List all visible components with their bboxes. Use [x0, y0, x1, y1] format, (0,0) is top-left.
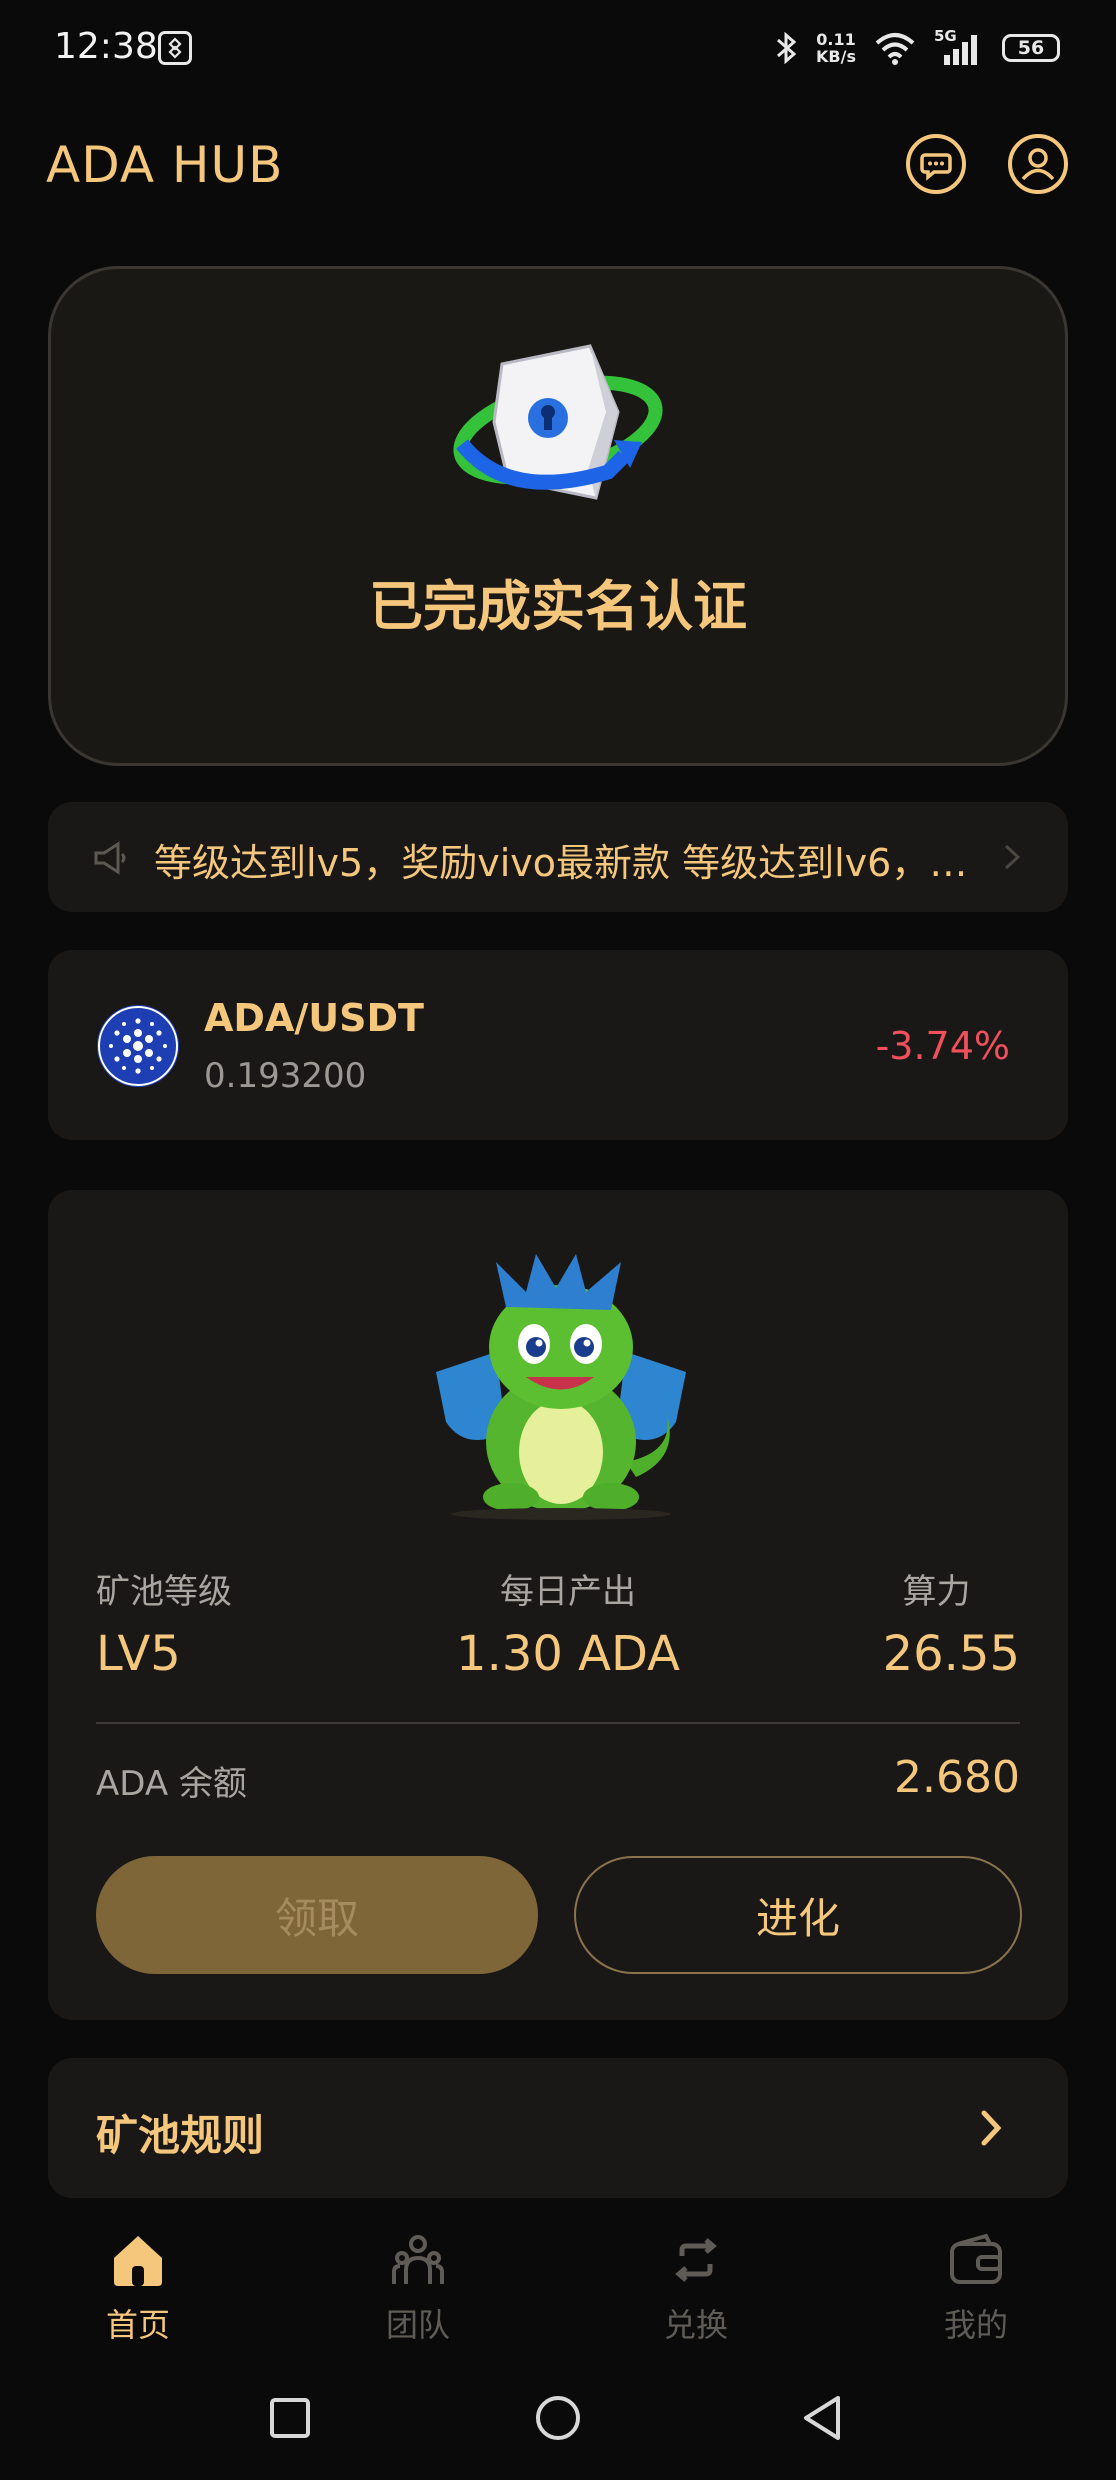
tab-home-label: 首页 [105, 2306, 170, 2344]
dragon-mascot-image [436, 1254, 686, 1520]
ada-balance-value: 2.680 [894, 1752, 1020, 1803]
claim-button[interactable]: 领取 [96, 1856, 538, 1974]
team-icon [392, 2235, 444, 2284]
pool-level-value: LV5 [96, 1626, 181, 1682]
ada-balance-label: ADA 余额 [96, 1764, 247, 1804]
net-speed-value: 0.11 [816, 30, 856, 49]
status-icons: 0.11 KB/s 5G 56 [774, 27, 1060, 68]
tab-exchange[interactable]: 兑换 [616, 2232, 776, 2346]
wallet-icon [950, 2233, 1002, 2284]
profile-button[interactable] [1008, 134, 1068, 194]
cellular-signal: 5G [934, 27, 984, 65]
exchange-icon [675, 2238, 717, 2282]
verified-shield-icon [453, 344, 663, 500]
ticker-pair: ADA/USDT [204, 996, 424, 1040]
daily-output-value: 1.30 ADA [456, 1626, 680, 1682]
megaphone-icon [94, 841, 126, 875]
recents-icon[interactable] [268, 2396, 312, 2440]
message-button[interactable] [906, 134, 966, 194]
chevron-right-icon [1004, 844, 1021, 870]
tab-team-label: 团队 [385, 2306, 450, 2344]
tab-home[interactable]: 首页 [58, 2232, 218, 2346]
evolve-button[interactable]: 进化 [574, 1856, 1022, 1974]
back-icon[interactable] [800, 2394, 844, 2442]
claim-button-label: 领取 [274, 1893, 359, 1943]
tab-mine-label: 我的 [943, 2306, 1008, 2344]
pool-level-label: 矿池等级 [96, 1572, 232, 1612]
daily-output-label: 每日产出 [500, 1572, 636, 1612]
net-speed: 0.11 KB/s [816, 31, 856, 65]
app-title: ADA HUB [46, 136, 284, 194]
status-time: 12:38 [54, 26, 158, 67]
cardano-logo-icon [97, 1005, 179, 1087]
chevron-right-icon [981, 2110, 1002, 2146]
tab-team[interactable]: 团队 [338, 2232, 498, 2346]
ticker-change: -3.74% [875, 1024, 1010, 1068]
system-nav-bar [0, 2370, 1116, 2480]
binance-app-icon [158, 31, 192, 65]
home-icon [114, 2236, 162, 2286]
verification-status-text: 已完成实名认证 [369, 575, 747, 638]
status-bar: 12:38 0.11 KB/s 5G 56 [0, 0, 1116, 96]
ticker-price: 0.193200 [204, 1056, 367, 1096]
battery-level: 56 [1017, 37, 1045, 59]
message-icon [920, 153, 952, 181]
divider [96, 1722, 1020, 1724]
announcement-text: 等级达到lv5，奖励vivo最新款 等级达到lv6，奖... [154, 841, 974, 885]
user-icon [1021, 148, 1055, 181]
bluetooth-icon [777, 31, 797, 65]
hashrate-label: 算力 [902, 1572, 971, 1612]
evolve-button-label: 进化 [755, 1893, 840, 1943]
signal-icon [944, 35, 977, 65]
net-speed-unit: KB/s [816, 47, 856, 66]
wifi-icon [875, 33, 915, 65]
pool-rules-label: 矿池规则 [96, 2111, 265, 2160]
battery-indicator: 56 [1002, 34, 1060, 62]
hashrate-value: 26.55 [882, 1626, 1020, 1682]
tab-exchange-label: 兑换 [663, 2306, 728, 2344]
home-circle-icon[interactable] [533, 2393, 583, 2443]
tab-mine[interactable]: 我的 [896, 2232, 1056, 2346]
